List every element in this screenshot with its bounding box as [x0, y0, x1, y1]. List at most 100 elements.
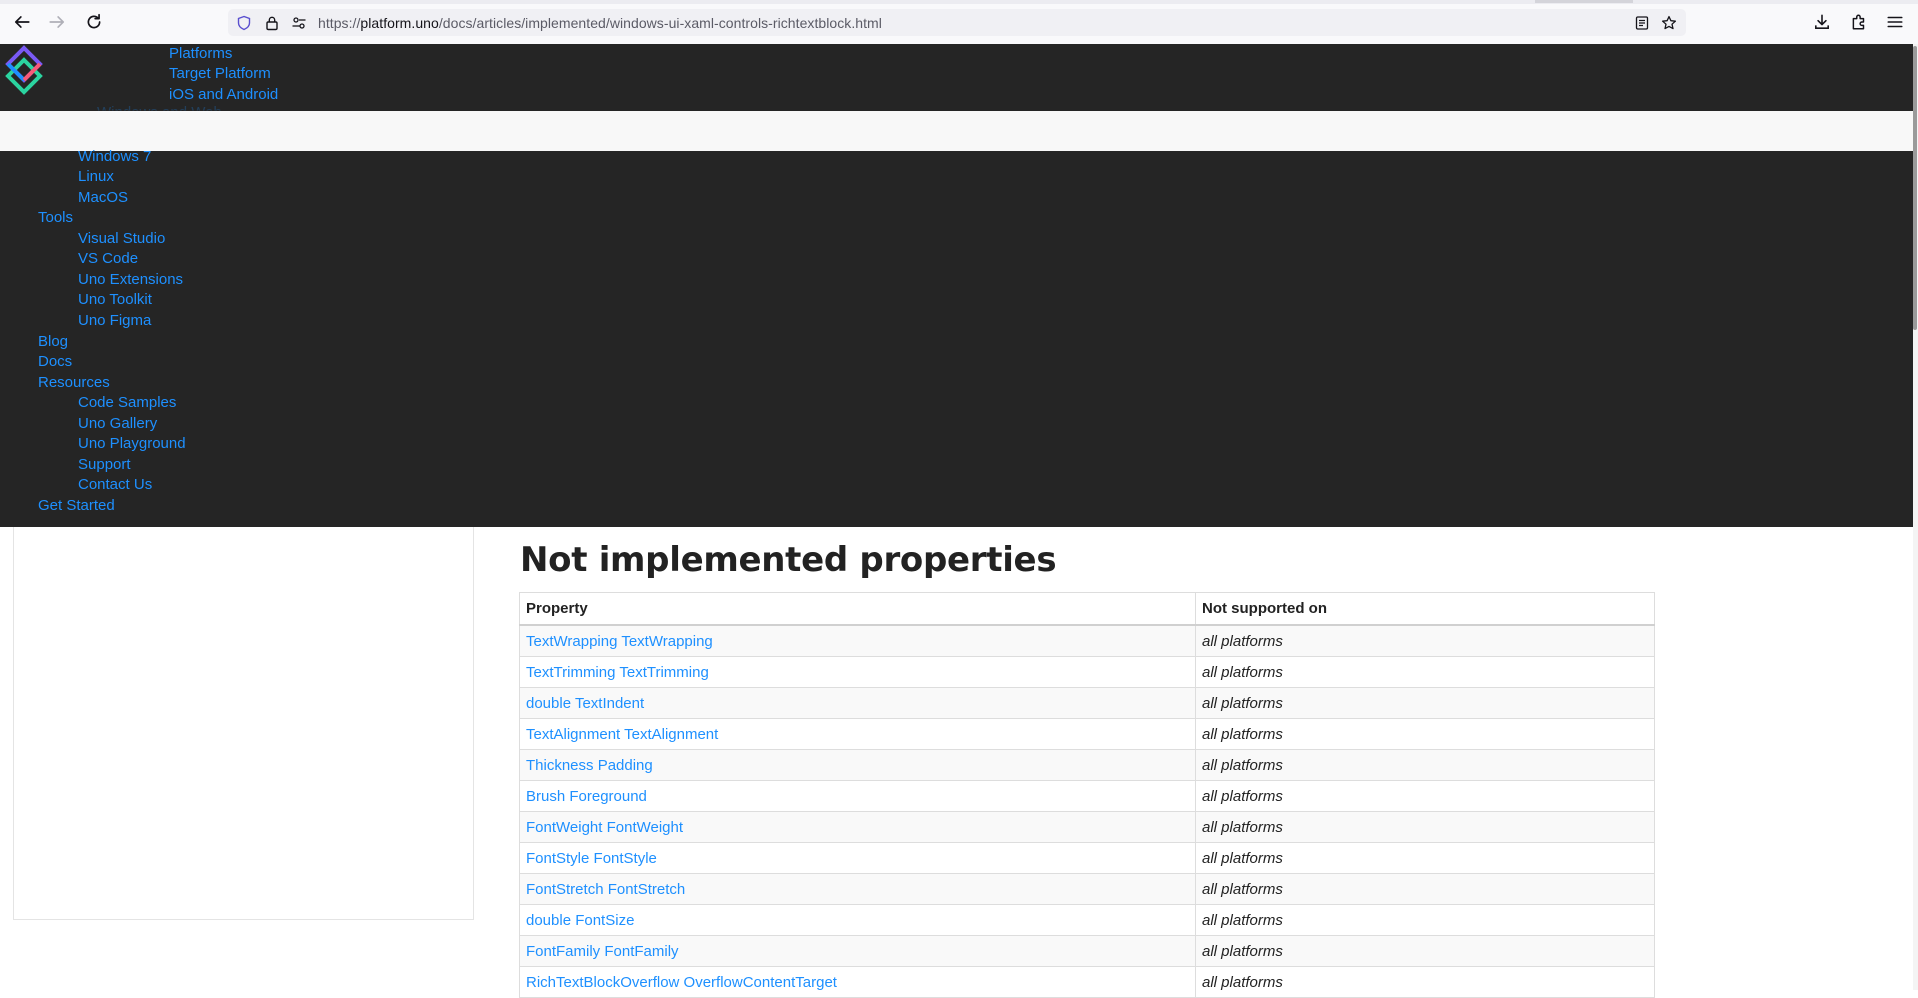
property-link[interactable]: FontStyle FontStyle — [526, 850, 657, 867]
table-row: FontStyle FontStyle all platforms — [519, 842, 1655, 874]
forward-button[interactable] — [46, 11, 68, 33]
property-link[interactable]: FontFamily FontFamily — [526, 943, 679, 960]
platforms-cell: all platforms — [1195, 749, 1655, 781]
property-cell: Thickness Padding — [519, 749, 1196, 781]
nav-link-contact-us[interactable]: Contact Us — [78, 476, 152, 494]
nav-link-vs-code[interactable]: VS Code — [78, 250, 138, 268]
property-cell: double FontSize — [519, 904, 1196, 936]
property-cell: TextTrimming TextTrimming — [519, 656, 1196, 688]
property-cell: RichTextBlockOverflow OverflowContentTar… — [519, 966, 1196, 998]
scrollbar-thumb[interactable] — [1913, 46, 1917, 330]
nav-link-docs[interactable]: Docs — [38, 353, 72, 371]
extensions-button[interactable] — [1848, 11, 1870, 33]
app-menu-button[interactable] — [1884, 11, 1906, 33]
table-row: TextAlignment TextAlignment all platform… — [519, 718, 1655, 750]
property-cell: TextAlignment TextAlignment — [519, 718, 1196, 750]
table-row: FontStretch FontStretch all platforms — [519, 873, 1655, 905]
permissions-icon — [292, 17, 306, 29]
back-button[interactable] — [11, 11, 33, 33]
table-row: double FontSize all platforms — [519, 904, 1655, 936]
table-row: Brush Foreground all platforms — [519, 780, 1655, 812]
property-cell: Brush Foreground — [519, 780, 1196, 812]
downloads-button[interactable] — [1811, 11, 1833, 33]
table-header-row: Property Not supported on — [519, 592, 1655, 626]
platforms-cell: all platforms — [1195, 966, 1655, 998]
arrow-right-icon — [49, 16, 65, 28]
platforms-cell: all platforms — [1195, 780, 1655, 812]
nav-link-uno-gallery[interactable]: Uno Gallery — [78, 415, 157, 433]
property-link[interactable]: TextTrimming TextTrimming — [526, 664, 709, 681]
property-cell: FontWeight FontWeight — [519, 811, 1196, 843]
permissions-button[interactable] — [290, 14, 308, 32]
nav-link-blog[interactable]: Blog — [38, 333, 68, 351]
platforms-cell: all platforms — [1195, 656, 1655, 688]
table-row: Thickness Padding all platforms — [519, 749, 1655, 781]
sidebar-border — [13, 527, 14, 920]
nav-link-uno-playground[interactable]: Uno Playground — [78, 435, 186, 453]
platforms-cell: all platforms — [1195, 873, 1655, 905]
sidebar-bottom-border — [13, 919, 474, 920]
platforms-cell: all platforms — [1195, 935, 1655, 967]
content-border — [473, 527, 474, 920]
reader-view-icon — [1635, 16, 1649, 30]
url-host: platform.uno — [360, 15, 439, 31]
hamburger-menu-icon — [1887, 16, 1903, 28]
property-cell: double TextIndent — [519, 687, 1196, 719]
nav-link-code-samples[interactable]: Code Samples — [78, 394, 176, 412]
page-heading: Not implemented properties — [520, 540, 1057, 580]
property-link[interactable]: TextWrapping TextWrapping — [526, 633, 713, 650]
reload-button[interactable] — [83, 11, 105, 33]
nav-link-support[interactable]: Support — [78, 456, 131, 474]
nav-link-ios-android[interactable]: iOS and Android — [169, 86, 278, 104]
not-implemented-properties-table: Property Not supported on TextWrapping T… — [519, 592, 1655, 998]
tab-strip-edge — [0, 0, 1918, 4]
browser-toolbar: https://platform.uno/docs/articles/imple… — [0, 0, 1918, 45]
property-link[interactable]: double FontSize — [526, 912, 634, 929]
property-link[interactable]: double TextIndent — [526, 695, 644, 712]
property-cell: FontStretch FontStretch — [519, 873, 1196, 905]
reader-view-button[interactable] — [1633, 14, 1651, 32]
uno-logo-icon[interactable] — [0, 44, 48, 96]
tracking-protection-button[interactable] — [235, 14, 253, 32]
nav-link-linux[interactable]: Linux — [78, 168, 114, 186]
nav-link-target-platform[interactable]: Target Platform — [169, 65, 271, 83]
property-link[interactable]: Brush Foreground — [526, 788, 647, 805]
nav-link-resources[interactable]: Resources — [38, 374, 110, 392]
shield-icon — [237, 15, 251, 31]
lock-icon — [266, 16, 278, 31]
bookmark-button[interactable] — [1660, 14, 1678, 32]
platforms-cell: all platforms — [1195, 718, 1655, 750]
url-path: /docs/articles/implemented/windows-ui-xa… — [438, 15, 882, 31]
property-cell: TextWrapping TextWrapping — [519, 624, 1196, 657]
platforms-cell: all platforms — [1195, 904, 1655, 936]
nav-link-tools[interactable]: Tools — [38, 209, 73, 227]
url-text[interactable]: https://platform.uno/docs/articles/imple… — [318, 15, 882, 31]
nav-link-visual-studio[interactable]: Visual Studio — [78, 230, 165, 248]
nav-link-macos[interactable]: MacOS — [78, 189, 128, 207]
puzzle-icon — [1852, 14, 1865, 30]
property-cell: FontFamily FontFamily — [519, 935, 1196, 967]
download-icon — [1815, 14, 1829, 29]
star-icon — [1661, 15, 1677, 30]
platforms-cell: all platforms — [1195, 811, 1655, 843]
page-scrollbar[interactable] — [1913, 44, 1918, 990]
nav-link-uno-toolkit[interactable]: Uno Toolkit — [78, 291, 152, 309]
sticky-header-bar — [0, 111, 1913, 151]
platforms-cell: all platforms — [1195, 624, 1655, 657]
property-cell: FontStyle FontStyle — [519, 842, 1196, 874]
nav-link-uno-extensions[interactable]: Uno Extensions — [78, 271, 183, 289]
nav-link-platforms[interactable]: Platforms — [169, 45, 232, 63]
property-link[interactable]: FontStretch FontStretch — [526, 881, 685, 898]
nav-link-windows-7[interactable]: Windows 7 — [78, 148, 151, 166]
property-link[interactable]: Thickness Padding — [526, 757, 653, 774]
address-bar[interactable]: https://platform.uno/docs/articles/imple… — [228, 9, 1686, 36]
column-header-not-supported-on: Not supported on — [1195, 592, 1655, 626]
table-row: TextWrapping TextWrapping all platforms — [519, 624, 1655, 657]
table-row: RichTextBlockOverflow OverflowContentTar… — [519, 966, 1655, 998]
property-link[interactable]: RichTextBlockOverflow OverflowContentTar… — [526, 974, 837, 991]
property-link[interactable]: TextAlignment TextAlignment — [526, 726, 718, 743]
site-security-button[interactable] — [263, 14, 281, 32]
nav-link-uno-figma[interactable]: Uno Figma — [78, 312, 151, 330]
nav-link-get-started[interactable]: Get Started — [38, 497, 115, 515]
property-link[interactable]: FontWeight FontWeight — [526, 819, 683, 836]
